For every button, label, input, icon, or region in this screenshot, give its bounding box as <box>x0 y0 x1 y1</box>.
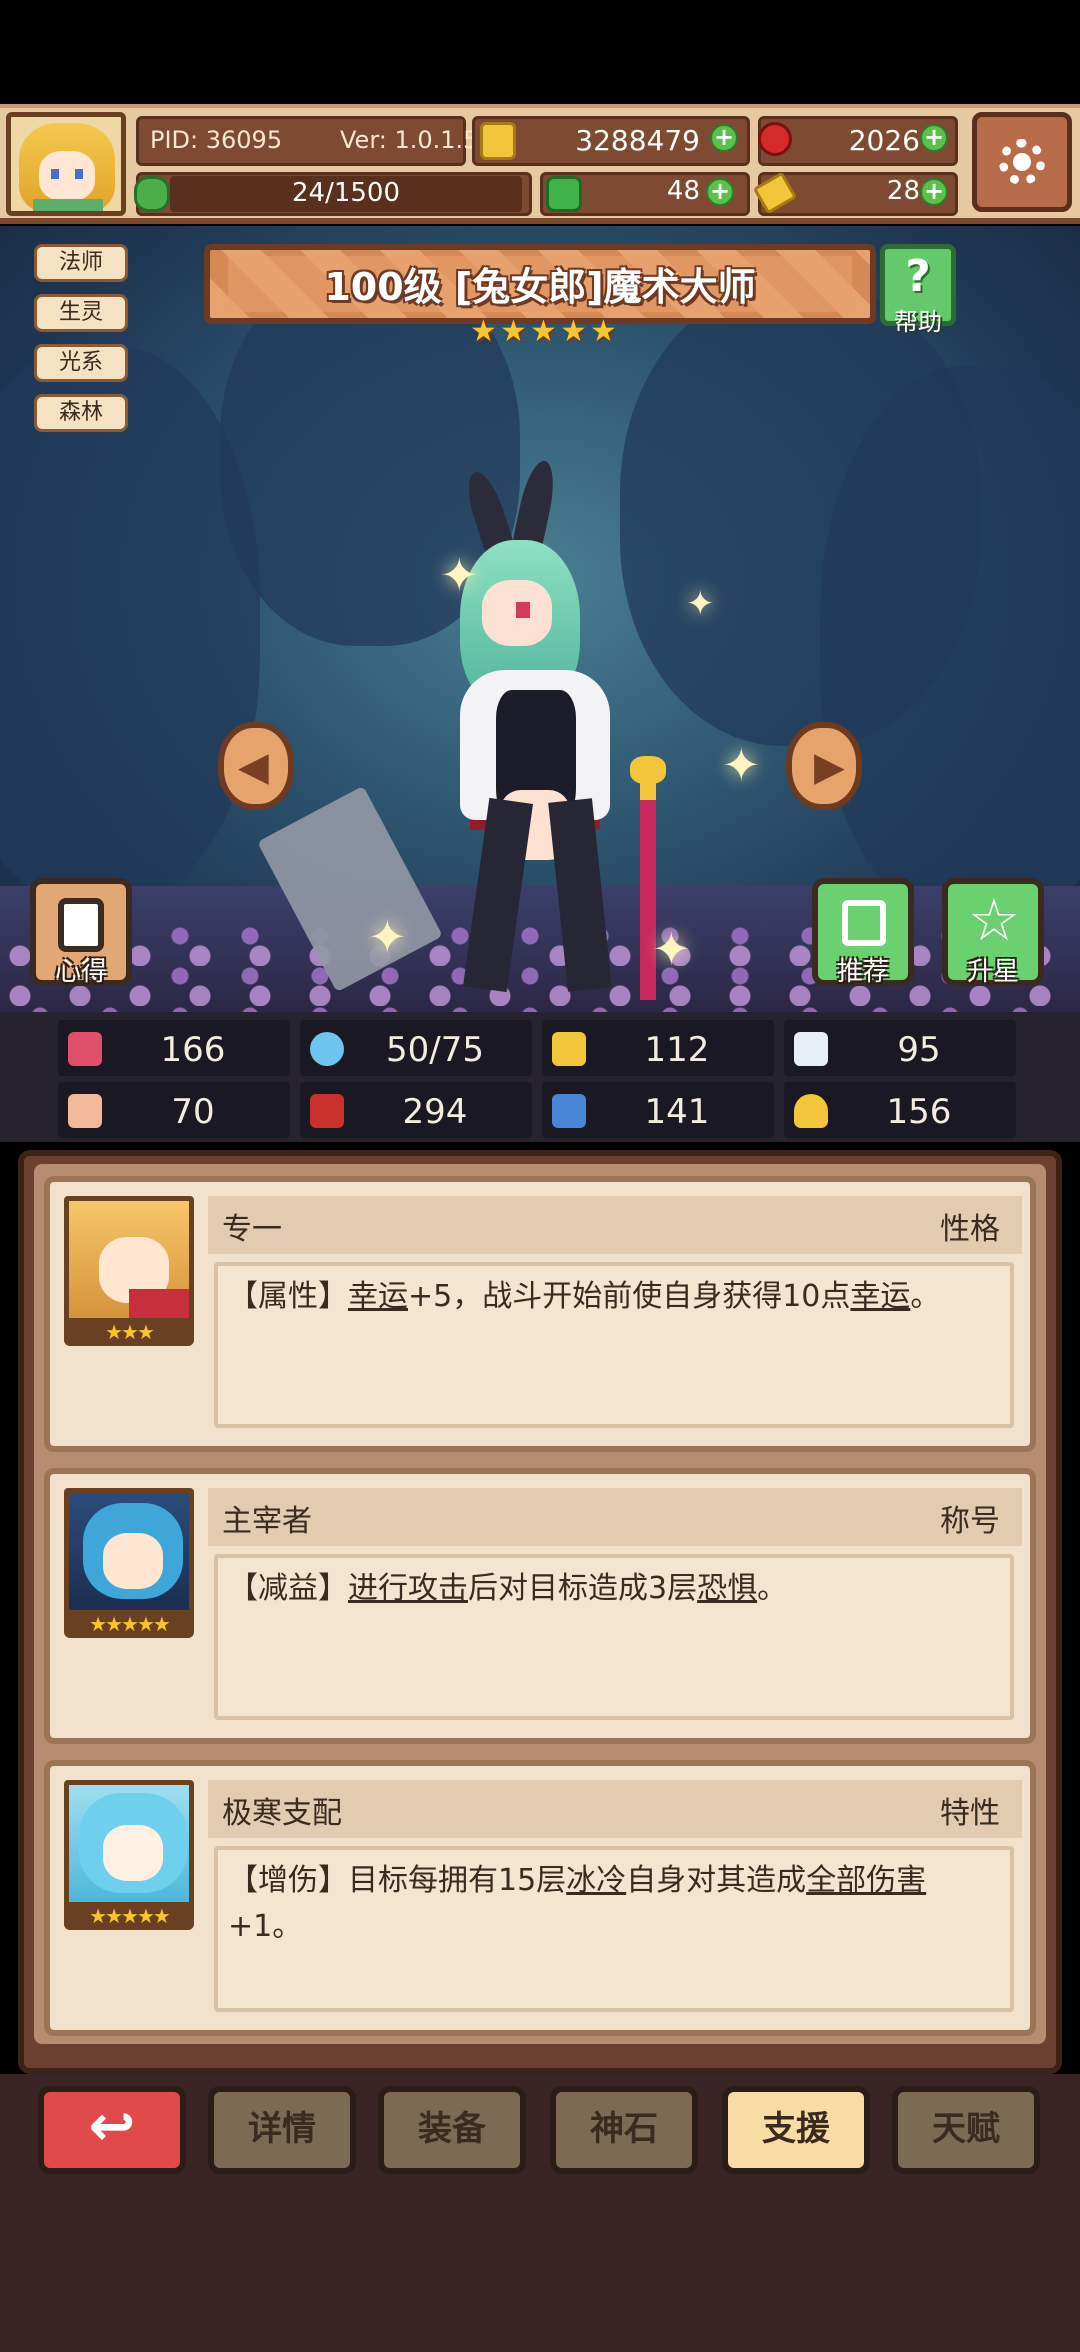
settings-button[interactable] <box>972 112 1072 212</box>
support-card[interactable]: ★★★★★ 主宰者 称号 【减益】进行攻击后对目标造成3层恐惧。 <box>44 1468 1036 1744</box>
tab-equipment[interactable]: 装备 <box>378 2086 526 2174</box>
back-button[interactable]: ↩ <box>38 2086 186 2174</box>
magic-scroll-icon <box>552 1094 586 1128</box>
star-icon: ★ <box>470 314 497 349</box>
sparkle-icon: ✦ <box>686 584 715 624</box>
tag-race[interactable]: 生灵 <box>34 294 128 332</box>
game-version: Ver: 1.0.1.5 <box>340 126 479 154</box>
sparkle-icon: ✦ <box>440 548 479 602</box>
fist-icon <box>68 1094 102 1128</box>
stat-speed: 95 <box>784 1020 1016 1076</box>
add-clover-button[interactable]: + <box>706 178 734 206</box>
arrow-right-icon: ▶ <box>814 744 845 790</box>
tag-terrain[interactable]: 森林 <box>34 394 128 432</box>
add-key-button[interactable]: + <box>920 178 948 206</box>
energy-amount: 24/1500 <box>291 178 400 208</box>
star-icon: ★ <box>590 314 617 349</box>
support-name: 主宰者 <box>222 1504 312 1539</box>
clover-amount: 48 <box>666 176 700 206</box>
tab-details[interactable]: 详情 <box>208 2086 356 2174</box>
gold-coin-icon <box>480 122 516 160</box>
star-up-button[interactable]: ☆ 升星 <box>942 878 1044 987</box>
support-name: 专一 <box>222 1212 282 1247</box>
support-description: 【减益】进行攻击后对目标造成3层恐惧。 <box>228 1571 788 1606</box>
stat-attack: 70 <box>58 1082 290 1138</box>
star-upgrade-icon: ☆ <box>968 886 1020 954</box>
prev-hero-button[interactable]: ◀ <box>218 722 294 810</box>
horseshoe-icon <box>794 1094 828 1128</box>
hero-stats: 166 50/75 112 95 70 294 141 156 <box>0 1012 1080 1142</box>
support-portrait <box>64 1196 194 1324</box>
hero-star-rating: ★ ★ ★ ★ ★ <box>470 314 618 349</box>
energy-leaf-icon <box>134 176 170 212</box>
stat-defense: 112 <box>542 1020 774 1076</box>
support-type: 称号 <box>940 1504 1000 1539</box>
support-type: 特性 <box>940 1796 1000 1831</box>
tag-class[interactable]: 法师 <box>34 244 128 282</box>
recommend-label: 推荐 <box>836 957 889 987</box>
star-up-label: 升星 <box>966 957 1019 987</box>
tab-godstone[interactable]: 神石 <box>550 2086 698 2174</box>
support-card[interactable]: ★★★★★ 极寒支配 特性 【增伤】目标每拥有15层冰冷自身对其造成全部伤害 +1… <box>44 1760 1036 2036</box>
stat-magic-def: 141 <box>542 1082 774 1138</box>
heart-icon <box>68 1032 102 1066</box>
stat-magic: 294 <box>300 1082 532 1138</box>
player-id: PID: 36095 <box>150 126 283 154</box>
spellbook-icon <box>310 1094 344 1128</box>
sparkle-icon: ✦ <box>722 738 761 792</box>
player-avatar[interactable] <box>6 112 126 216</box>
keyword-link[interactable]: 全部伤害 <box>806 1863 926 1898</box>
star-icon: ★ <box>560 314 587 349</box>
star-icon: ★ <box>500 314 527 349</box>
help-label: 帮助 <box>894 308 942 336</box>
red-gem-icon <box>758 122 792 156</box>
add-gold-button[interactable]: + <box>710 124 738 152</box>
gem-amount: 2026 <box>848 124 920 157</box>
keyword-link[interactable]: 恐惧 <box>697 1571 757 1606</box>
sparkle-icon: ✦ <box>652 922 691 976</box>
next-hero-button[interactable]: ▶ <box>786 722 862 810</box>
insights-button[interactable]: 心得 <box>30 878 132 987</box>
stat-luck: 156 <box>784 1082 1016 1138</box>
insights-label: 心得 <box>54 957 107 987</box>
support-description: 【增伤】目标每拥有15层冰冷自身对其造成全部伤害 +1。 <box>228 1863 927 1944</box>
support-description: 【属性】幸运+5，战斗开始前使自身获得10点幸运。 <box>228 1279 941 1314</box>
tag-element[interactable]: 光系 <box>34 344 128 382</box>
support-stars: ★★★★★ <box>64 1902 194 1930</box>
keyword-link[interactable]: 进行攻击 <box>348 1571 468 1606</box>
arrow-left-icon: ◀ <box>238 744 269 790</box>
tab-talent[interactable]: 天赋 <box>892 2086 1040 2174</box>
system-status-bar <box>0 0 1080 104</box>
notebook-icon <box>58 898 104 952</box>
recommend-button[interactable]: 推荐 <box>812 878 914 987</box>
support-stars: ★★★★★ <box>64 1610 194 1638</box>
stat-mana: 50/75 <box>300 1020 532 1076</box>
stat-hp: 166 <box>58 1020 290 1076</box>
shield-icon <box>552 1032 586 1066</box>
keyword-link[interactable]: 冰冷 <box>566 1863 626 1898</box>
back-arrow-icon: ↩ <box>88 2094 136 2159</box>
support-card[interactable]: ★★★ 专一 性格 【属性】幸运+5，战斗开始前使自身获得10点幸运。 <box>44 1176 1036 1452</box>
support-portrait <box>64 1780 194 1908</box>
wing-icon <box>794 1032 828 1066</box>
question-mark-icon: ? <box>905 251 931 302</box>
tab-support[interactable]: 支援 <box>722 2086 870 2174</box>
gold-amount: 3288479 <box>575 124 700 157</box>
support-portrait <box>64 1488 194 1616</box>
keyword-link[interactable]: 幸运 <box>348 1279 408 1314</box>
key-amount: 28 <box>886 176 920 206</box>
mana-drop-icon <box>310 1032 344 1066</box>
support-name: 极寒支配 <box>222 1796 342 1831</box>
support-type: 性格 <box>940 1212 1000 1247</box>
support-stars: ★★★ <box>64 1318 194 1346</box>
keyword-link[interactable]: 幸运 <box>850 1279 910 1314</box>
clover-icon <box>546 176 582 212</box>
thumbs-up-icon <box>842 900 886 946</box>
add-gem-button[interactable]: + <box>920 124 948 152</box>
star-icon: ★ <box>530 314 557 349</box>
sparkle-icon: ✦ <box>368 910 407 964</box>
hero-title: 100级 [兔女郎]魔术大师 <box>324 265 756 309</box>
